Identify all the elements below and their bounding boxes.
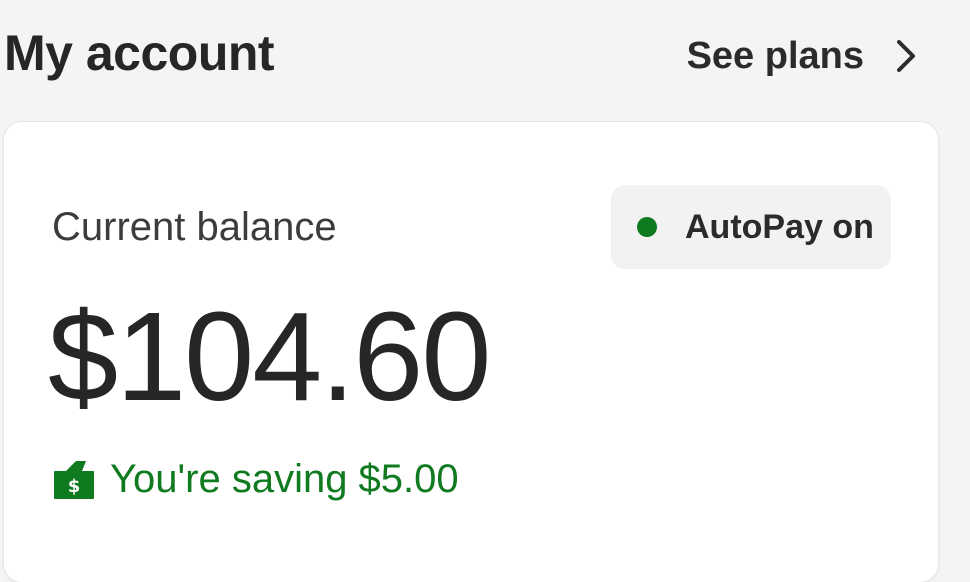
see-plans-label: See plans xyxy=(686,34,864,77)
balance-amount: $104.60 xyxy=(48,286,491,427)
money-wallet-icon: $ xyxy=(52,457,94,501)
autopay-label: AutoPay on xyxy=(685,207,874,246)
page-title: My account xyxy=(4,25,275,81)
page-header: My account See plans xyxy=(0,0,970,110)
autopay-status-badge[interactable]: AutoPay on xyxy=(611,185,891,269)
savings-row: $ You're saving $5.00 xyxy=(52,454,459,504)
status-dot-icon xyxy=(637,217,657,237)
balance-card: Current balance AutoPay on $104.60 $ You… xyxy=(4,122,938,582)
current-balance-label: Current balance xyxy=(52,205,337,249)
savings-text: You're saving $5.00 xyxy=(110,457,459,501)
svg-text:$: $ xyxy=(68,476,81,497)
see-plans-link[interactable]: See plans xyxy=(687,26,918,86)
chevron-right-icon xyxy=(894,36,918,76)
